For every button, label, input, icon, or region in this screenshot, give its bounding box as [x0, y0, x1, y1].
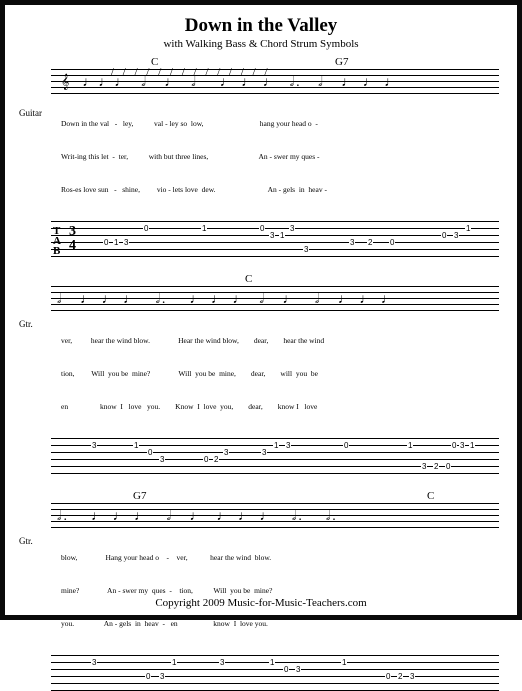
fret-number: 0: [441, 231, 447, 240]
fret-number: 3: [91, 441, 97, 450]
fret-number: 3: [219, 658, 225, 667]
lyric-line: mine? An - swer my ques - tion, Will you…: [61, 585, 499, 596]
melody-notes: 𝄞 ♩♩♩ 𝅗𝅥 ♩ 𝅗𝅥 ♩ ♩ ♩ 𝅗𝅥. 𝅗𝅥 ♩ ♩ ♩: [61, 75, 400, 91]
fret-number: 1: [269, 658, 275, 667]
tablature-staff: 310302331301031320: [51, 438, 499, 474]
melody-notes: 𝅗𝅥. ♩ ♩ ♩ 𝅗𝅥 ♩ ♩ ♩ ♩ 𝅗𝅥. 𝅗𝅥.: [57, 509, 338, 525]
fret-number: 2: [397, 672, 403, 681]
lyrics: ver, hear the wind blow. Hear the wind b…: [61, 313, 499, 434]
fret-number: 1: [113, 238, 119, 247]
fret-number: 3: [159, 455, 165, 464]
fret-number: 3: [123, 238, 129, 247]
fret-number: 3: [261, 448, 267, 457]
standard-staff: / / / / / / / / / / / / / / 𝄞 ♩♩♩ 𝅗𝅥 ♩ 𝅗…: [51, 69, 499, 93]
fret-number: 1: [201, 224, 207, 233]
fret-number: 0: [389, 238, 395, 247]
fret-number: 1: [469, 441, 475, 450]
fret-number: 0: [203, 455, 209, 464]
instrument-label: Guitar: [19, 108, 42, 118]
fret-number: 1: [133, 441, 139, 450]
fret-number: 1: [465, 224, 471, 233]
lyric-line: en know I love you. Know I love you, dea…: [61, 401, 499, 412]
chord-row: G7 C: [85, 490, 499, 503]
lyrics: blow, Hang your head o - ver, hear the w…: [61, 530, 499, 651]
fret-number: 3: [459, 441, 465, 450]
lyric-line: ver, hear the wind blow. Hear the wind b…: [61, 335, 499, 346]
fret-number: 2: [213, 455, 219, 464]
lyric-line: Writ-ing this let - ter, with but three …: [61, 151, 499, 162]
fret-number: 1: [171, 658, 177, 667]
fret-number: 0: [283, 665, 289, 674]
fret-number: 3: [349, 238, 355, 247]
fret-number: 0: [385, 672, 391, 681]
fret-number: 0: [259, 224, 265, 233]
instrument-label-short: Gtr.: [19, 319, 33, 329]
sheet-music-page: Down in the Valley with Walking Bass & C…: [0, 0, 522, 620]
standard-staff: 𝅗𝅥 ♩ ♩ ♩ 𝅗𝅥. ♩ ♩ ♩ 𝅗𝅥 ♩ 𝅗𝅥 ♩ ♩ ♩: [51, 286, 499, 310]
chord-row: C: [85, 273, 499, 286]
fret-number: 3: [289, 224, 295, 233]
chord-symbol: C: [427, 490, 434, 502]
tablature-staff: T A B 3 4 0130103133320031: [51, 221, 499, 257]
fret-number: 0: [145, 672, 151, 681]
fret-number: 1: [341, 658, 347, 667]
fret-number: 2: [433, 462, 439, 471]
fret-number: 0: [103, 238, 109, 247]
chord-symbol: C: [245, 273, 252, 285]
fret-number: 0: [445, 462, 451, 471]
fret-number: 3: [223, 448, 229, 457]
fret-number: 0: [143, 224, 149, 233]
lyric-line: tion, Will you be mine? Will you be mine…: [61, 368, 499, 379]
fret-number: 3: [159, 672, 165, 681]
instrument-label-short: Gtr.: [19, 536, 33, 546]
song-title: Down in the Valley: [23, 15, 499, 37]
copyright-notice: Copyright 2009 Music-for-Music-Teachers.…: [5, 597, 517, 609]
fret-number: 3: [453, 231, 459, 240]
fret-number: 0: [343, 441, 349, 450]
fret-number: 0: [451, 441, 457, 450]
fret-number: 3: [295, 665, 301, 674]
system-2: Gtr. C 𝅗𝅥 ♩ ♩ ♩ 𝅗𝅥. ♩ ♩ ♩ 𝅗𝅥 ♩ 𝅗𝅥 ♩ ♩ ♩ …: [23, 273, 499, 474]
fret-number: 1: [279, 231, 285, 240]
lyric-line: Ros-es love sun - shine, vio - lets love…: [61, 184, 499, 195]
fret-number: 3: [91, 658, 97, 667]
fret-number: 2: [367, 238, 373, 247]
lyric-line: blow, Hang your head o - ver, hear the w…: [61, 552, 499, 563]
fret-number: 1: [273, 441, 279, 450]
melody-notes: 𝅗𝅥 ♩ ♩ ♩ 𝅗𝅥. ♩ ♩ ♩ 𝅗𝅥 ♩ 𝅗𝅥 ♩ ♩ ♩: [57, 292, 397, 308]
system-3: Gtr. G7 C 𝅗𝅥. ♩ ♩ ♩ 𝅗𝅥 ♩ ♩ ♩ ♩ 𝅗𝅥. 𝅗𝅥. b…: [23, 490, 499, 691]
lyrics: Down in the val - ley, val - ley so low,…: [61, 96, 499, 217]
standard-staff: 𝅗𝅥. ♩ ♩ ♩ 𝅗𝅥 ♩ ♩ ♩ ♩ 𝅗𝅥. 𝅗𝅥.: [51, 503, 499, 527]
fret-number: 3: [269, 231, 275, 240]
tab-clef: T A B: [53, 226, 61, 256]
fret-number: 3: [285, 441, 291, 450]
tablature-staff: 303131031023: [51, 655, 499, 691]
song-subtitle: with Walking Bass & Chord Strum Symbols: [23, 38, 499, 50]
lyric-line: Down in the val - ley, val - ley so low,…: [61, 118, 499, 129]
chord-symbol: G7: [335, 56, 348, 68]
fret-number: 1: [407, 441, 413, 450]
fret-number: 3: [421, 462, 427, 471]
system-1: Guitar C G7 / / / / / / / / / / / / / / …: [23, 56, 499, 257]
fret-number: 0: [147, 448, 153, 457]
fret-number: 3: [409, 672, 415, 681]
fret-number: 3: [303, 245, 309, 254]
chord-symbol: G7: [133, 490, 146, 502]
time-signature: 3 4: [69, 225, 76, 253]
